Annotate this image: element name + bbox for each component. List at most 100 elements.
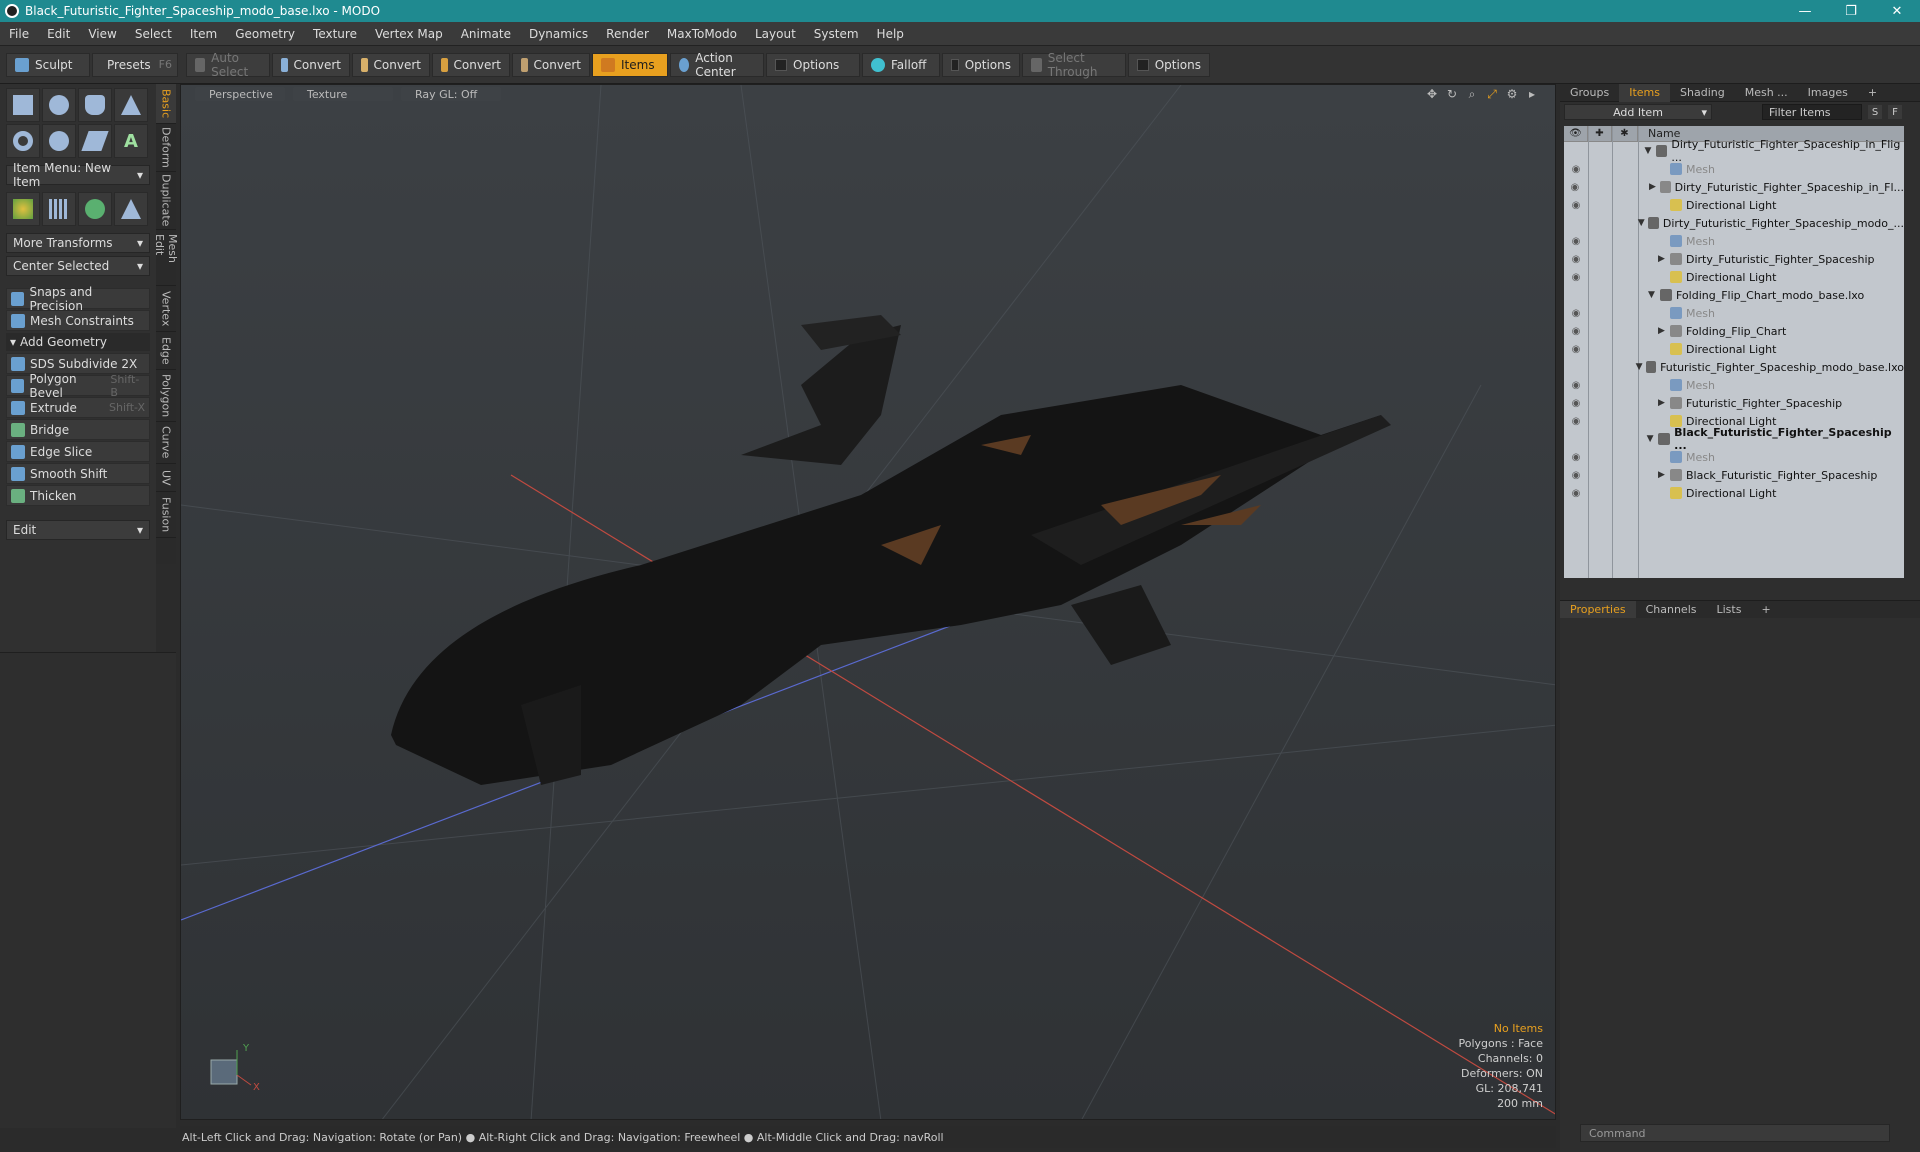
tab-vertex[interactable]: Vertex [156,286,176,332]
command-input[interactable]: Command [1580,1124,1890,1142]
menu-help[interactable]: Help [868,22,913,46]
tab-shading[interactable]: Shading [1670,84,1735,102]
tree-row[interactable]: ◉ Mesh [1564,232,1904,250]
menu-select[interactable]: Select [126,22,181,46]
lock-icon[interactable]: ✚ [1588,126,1612,142]
visibility-eye-icon[interactable] [1564,214,1585,232]
visibility-eye-icon[interactable]: ◉ [1564,178,1586,196]
tree-row[interactable]: ◉ ▶ Dirty_Futuristic_Fighter_Spaceship_in_… [1564,178,1904,196]
chevron-down-icon[interactable]: ▼ [1636,362,1646,372]
thicken-button[interactable]: Thicken [6,485,150,506]
gear-icon[interactable]: ⚙ [1505,87,1519,101]
menu-animate[interactable]: Animate [452,22,520,46]
fit-icon[interactable]: ⤢ [1485,87,1499,101]
visibility-eye-icon[interactable]: ◉ [1564,250,1588,268]
tab-duplicate[interactable]: Duplicate [156,172,176,230]
items-mode-button[interactable]: Items [592,52,668,77]
tree-row[interactable]: ◉ ▶ Futuristic_Fighter_Spaceship [1564,394,1904,412]
tab-curve[interactable]: Curve [156,422,176,464]
filter-items-input[interactable]: Filter Items [1762,104,1862,120]
tree-row[interactable]: ◉ Mesh [1564,448,1904,466]
convert-vertices-button[interactable]: Convert [272,52,350,77]
tab-lists[interactable]: Lists [1707,601,1752,619]
taper-tool-button[interactable] [114,192,148,226]
tab-images[interactable]: Images [1798,84,1858,102]
action-center-button[interactable]: Action Center [670,51,764,79]
chevron-down-icon[interactable]: ▼ [1648,290,1660,300]
falloff-button[interactable]: Falloff [862,52,940,77]
options-button-2[interactable]: Options [942,52,1020,77]
close-button[interactable]: ✕ [1874,0,1920,22]
bridge-button[interactable]: Bridge [6,419,150,440]
options-checkbox-3[interactable] [1137,58,1149,71]
edit-dropdown[interactable]: Edit ▾ [6,520,150,540]
tab-channels[interactable]: Channels [1636,601,1707,619]
select-through-button[interactable]: Select Through [1022,51,1126,79]
capsule-primitive-button[interactable] [42,124,76,158]
convert-polygons-button[interactable]: Convert [432,52,510,77]
tab-mesh-edit[interactable]: Mesh Edit [153,230,179,286]
polygon-bevel-button[interactable]: Polygon Bevel Shift-B [6,372,150,400]
visibility-eye-icon[interactable]: ◉ [1564,304,1588,322]
eye-icon[interactable]: 👁 [1564,126,1588,142]
filter-f-button[interactable]: F [1888,105,1902,119]
visibility-eye-icon[interactable]: ◉ [1564,232,1588,250]
texture-tab[interactable]: Texture [293,87,393,101]
sphere-primitive-button[interactable] [42,88,76,122]
menu-render[interactable]: Render [597,22,658,46]
chevron-right-icon[interactable]: ▶ [1658,326,1670,336]
tree-row[interactable]: ◉ Directional Light [1564,484,1904,502]
menu-file[interactable]: File [0,22,38,46]
visibility-eye-icon[interactable]: ◉ [1564,340,1588,358]
chevron-right-icon[interactable]: ▶ [1658,254,1670,264]
type-icon[interactable]: ✱ [1612,126,1638,142]
filter-s-button[interactable]: S [1868,105,1882,119]
presets-button[interactable]: Presets F6 [92,52,178,77]
options-button-3[interactable]: Options [1128,52,1210,77]
text-tool-button[interactable]: A [114,124,148,158]
chevron-right-icon[interactable]: ▸ [1525,87,1539,101]
snaps-precision-button[interactable]: Snaps and Precision [6,285,150,313]
visibility-eye-icon[interactable]: ◉ [1564,322,1588,340]
tab-groups[interactable]: Groups [1560,84,1619,102]
smooth-shift-button[interactable]: Smooth Shift [6,463,150,484]
mesh-constraints-button[interactable]: Mesh Constraints [6,310,150,331]
pan-icon[interactable]: ✥ [1425,87,1439,101]
tab-deform[interactable]: Deform [156,124,176,172]
visibility-eye-icon[interactable] [1564,286,1588,304]
options-checkbox-1[interactable] [775,58,787,71]
chevron-right-icon[interactable]: ▶ [1649,182,1660,192]
menu-item[interactable]: Item [181,22,226,46]
tab-edge[interactable]: Edge [156,332,176,370]
tree-row[interactable]: ◉ ▶ Black_Futuristic_Fighter_Spaceship [1564,466,1904,484]
visibility-eye-icon[interactable]: ◉ [1564,466,1588,484]
tree-row[interactable]: ◉ Directional Light [1564,268,1904,286]
menu-edit[interactable]: Edit [38,22,79,46]
cylinder-primitive-button[interactable] [78,88,112,122]
menu-maxtomodo[interactable]: MaxToModo [658,22,746,46]
rotate-icon[interactable]: ↻ [1445,87,1459,101]
minimize-button[interactable]: — [1782,0,1828,22]
chevron-down-icon[interactable]: ▼ [1644,146,1655,156]
add-geometry-header[interactable]: ▾ Add Geometry [6,333,150,351]
menu-system[interactable]: System [805,22,868,46]
perspective-tab[interactable]: Perspective [195,87,285,101]
tree-row[interactable]: ◉ Mesh [1564,304,1904,322]
visibility-eye-icon[interactable] [1564,430,1588,448]
sculpt-button[interactable]: Sculpt [6,52,90,77]
menu-dynamics[interactable]: Dynamics [520,22,597,46]
maximize-button[interactable]: ❐ [1828,0,1874,22]
zoom-icon[interactable]: ⌕ [1465,87,1479,101]
raygl-tab[interactable]: Ray GL: Off [401,87,501,101]
convert-edges-button[interactable]: Convert [352,52,430,77]
cone-primitive-button[interactable] [114,88,148,122]
add-tab-icon[interactable]: + [1751,601,1780,619]
add-tab-icon[interactable]: + [1858,84,1887,102]
tab-properties[interactable]: Properties [1560,600,1636,619]
tree-row[interactable]: ▼ Folding_Flip_Chart_modo_base.lxo [1564,286,1904,304]
tab-uv[interactable]: UV [156,464,176,492]
visibility-eye-icon[interactable]: ◉ [1564,196,1588,214]
torus-primitive-button[interactable] [6,124,40,158]
visibility-eye-icon[interactable]: ◉ [1564,448,1588,466]
menu-geometry[interactable]: Geometry [226,22,304,46]
